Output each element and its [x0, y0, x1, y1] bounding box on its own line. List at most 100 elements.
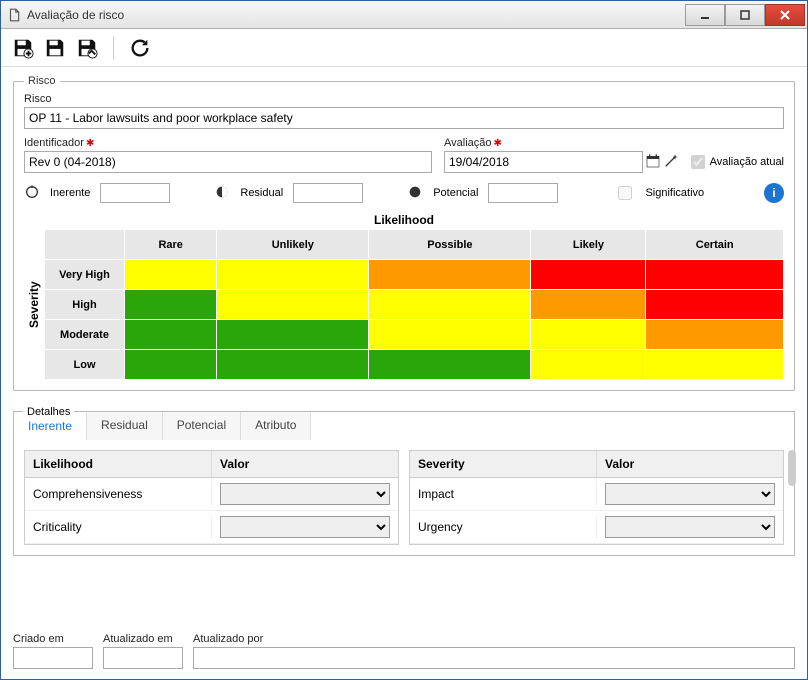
matrix-cell[interactable]: [531, 320, 646, 350]
matrix-col-header: Likely: [531, 230, 646, 260]
matrix-cell[interactable]: [125, 350, 217, 380]
tab-atributo[interactable]: Atributo: [241, 412, 311, 440]
matrix-cell[interactable]: [369, 290, 531, 320]
matrix-x-title: Likelihood: [24, 213, 784, 227]
refresh-button[interactable]: [126, 34, 154, 62]
scrollbar[interactable]: [788, 450, 796, 486]
matrix-col-header: Certain: [646, 230, 784, 260]
matrix-cell[interactable]: [646, 260, 784, 290]
matrix-cell[interactable]: [125, 260, 217, 290]
created-label: Criado em: [13, 633, 93, 645]
evaluation-label: Avaliação✱: [444, 137, 784, 149]
matrix-cell[interactable]: [125, 320, 217, 350]
matrix-cell[interactable]: [369, 260, 531, 290]
updated-by-label: Atualizado por: [193, 633, 795, 645]
matrix-col-header: Possible: [369, 230, 531, 260]
risk-group: Risco Risco Identificador✱ Avaliação✱: [13, 75, 795, 391]
details-legend: Detalhes: [23, 406, 74, 418]
table-row: Urgency: [410, 511, 783, 544]
close-button[interactable]: [765, 4, 805, 26]
impact-select[interactable]: [605, 483, 775, 505]
inherent-icon: [24, 184, 40, 203]
tab-residual[interactable]: Residual: [87, 412, 163, 440]
window: Avaliação de risco: [0, 0, 808, 680]
matrix-y-title: Severity: [24, 229, 44, 380]
updated-label: Atualizado em: [103, 633, 183, 645]
significant-label: Significativo: [645, 187, 704, 199]
matrix-row-header: Moderate: [45, 320, 125, 350]
titlebar: Avaliação de risco: [1, 1, 807, 29]
potential-input[interactable]: [488, 183, 558, 203]
document-icon: [7, 8, 21, 22]
updated-by-input[interactable]: [193, 647, 795, 669]
matrix-cell[interactable]: [217, 290, 369, 320]
matrix-cell[interactable]: [369, 350, 531, 380]
matrix-cell[interactable]: [217, 320, 369, 350]
evaluation-date-input[interactable]: [444, 151, 643, 173]
matrix-cell[interactable]: [217, 350, 369, 380]
residual-input[interactable]: [293, 183, 363, 203]
matrix-cell[interactable]: [646, 350, 784, 380]
risk-name-label: Risco: [24, 93, 784, 105]
likelihood-row-label: Criticality: [25, 515, 212, 539]
matrix-col-header: Unlikely: [217, 230, 369, 260]
matrix-cell[interactable]: [369, 320, 531, 350]
info-icon[interactable]: i: [764, 183, 784, 203]
residual-icon: [214, 184, 230, 203]
risk-legend: Risco: [24, 75, 60, 87]
matrix-row-header: High: [45, 290, 125, 320]
matrix-cell[interactable]: [531, 350, 646, 380]
risk-matrix-table: Rare Unlikely Possible Likely Certain Ve…: [44, 229, 784, 380]
current-eval-label: Avaliação atual: [710, 156, 784, 168]
potential-icon: [407, 184, 423, 203]
window-controls: [685, 4, 805, 26]
tab-potencial[interactable]: Potencial: [163, 412, 241, 440]
risk-matrix: Likelihood Severity Rare Unlikely Possib…: [24, 213, 784, 380]
footer: Criado em Atualizado em Atualizado por: [1, 629, 807, 679]
valor-header: Valor: [212, 451, 398, 477]
toolbar: [1, 29, 807, 67]
save-button[interactable]: [41, 34, 69, 62]
matrix-cell[interactable]: [125, 290, 217, 320]
calendar-icon[interactable]: [645, 153, 661, 172]
inherent-input[interactable]: [100, 183, 170, 203]
urgency-select[interactable]: [605, 516, 775, 538]
toolbar-separator: [113, 36, 114, 60]
likelihood-table: Likelihood Valor Comprehensiveness Criti…: [24, 450, 399, 545]
details-tabs: Inerente Residual Potencial Atributo: [13, 411, 795, 440]
save-new-button[interactable]: [9, 34, 37, 62]
potential-label: Potencial: [433, 187, 478, 199]
severity-table: Severity Valor Impact Urgency: [409, 450, 784, 545]
minimize-button[interactable]: [685, 4, 725, 26]
criticality-select[interactable]: [220, 516, 390, 538]
details-group: Detalhes Inerente Residual Potencial Atr…: [13, 397, 795, 556]
matrix-cell[interactable]: [531, 290, 646, 320]
residual-label: Residual: [240, 187, 283, 199]
significant-checkbox[interactable]: [618, 186, 632, 200]
table-row: Comprehensiveness: [25, 478, 398, 511]
wand-icon[interactable]: [663, 153, 679, 172]
severity-row-label: Impact: [410, 482, 597, 506]
severity-row-label: Urgency: [410, 515, 597, 539]
risk-name-input[interactable]: [24, 107, 784, 129]
updated-input[interactable]: [103, 647, 183, 669]
severity-header: Severity: [410, 451, 597, 477]
identifier-input[interactable]: [24, 151, 432, 173]
current-eval-checkbox[interactable]: [691, 155, 705, 169]
matrix-row-header: Very High: [45, 260, 125, 290]
comprehensiveness-select[interactable]: [220, 483, 390, 505]
matrix-cell[interactable]: [531, 260, 646, 290]
identifier-label: Identificador✱: [24, 137, 432, 149]
matrix-row-header: Low: [45, 350, 125, 380]
created-input[interactable]: [13, 647, 93, 669]
maximize-button[interactable]: [725, 4, 765, 26]
likelihood-row-label: Comprehensiveness: [25, 482, 212, 506]
matrix-cell[interactable]: [217, 260, 369, 290]
table-row: Impact: [410, 478, 783, 511]
table-row: Criticality: [25, 511, 398, 544]
matrix-col-header: Rare: [125, 230, 217, 260]
likelihood-header: Likelihood: [25, 451, 212, 477]
save-close-button[interactable]: [73, 34, 101, 62]
matrix-cell[interactable]: [646, 320, 784, 350]
matrix-cell[interactable]: [646, 290, 784, 320]
